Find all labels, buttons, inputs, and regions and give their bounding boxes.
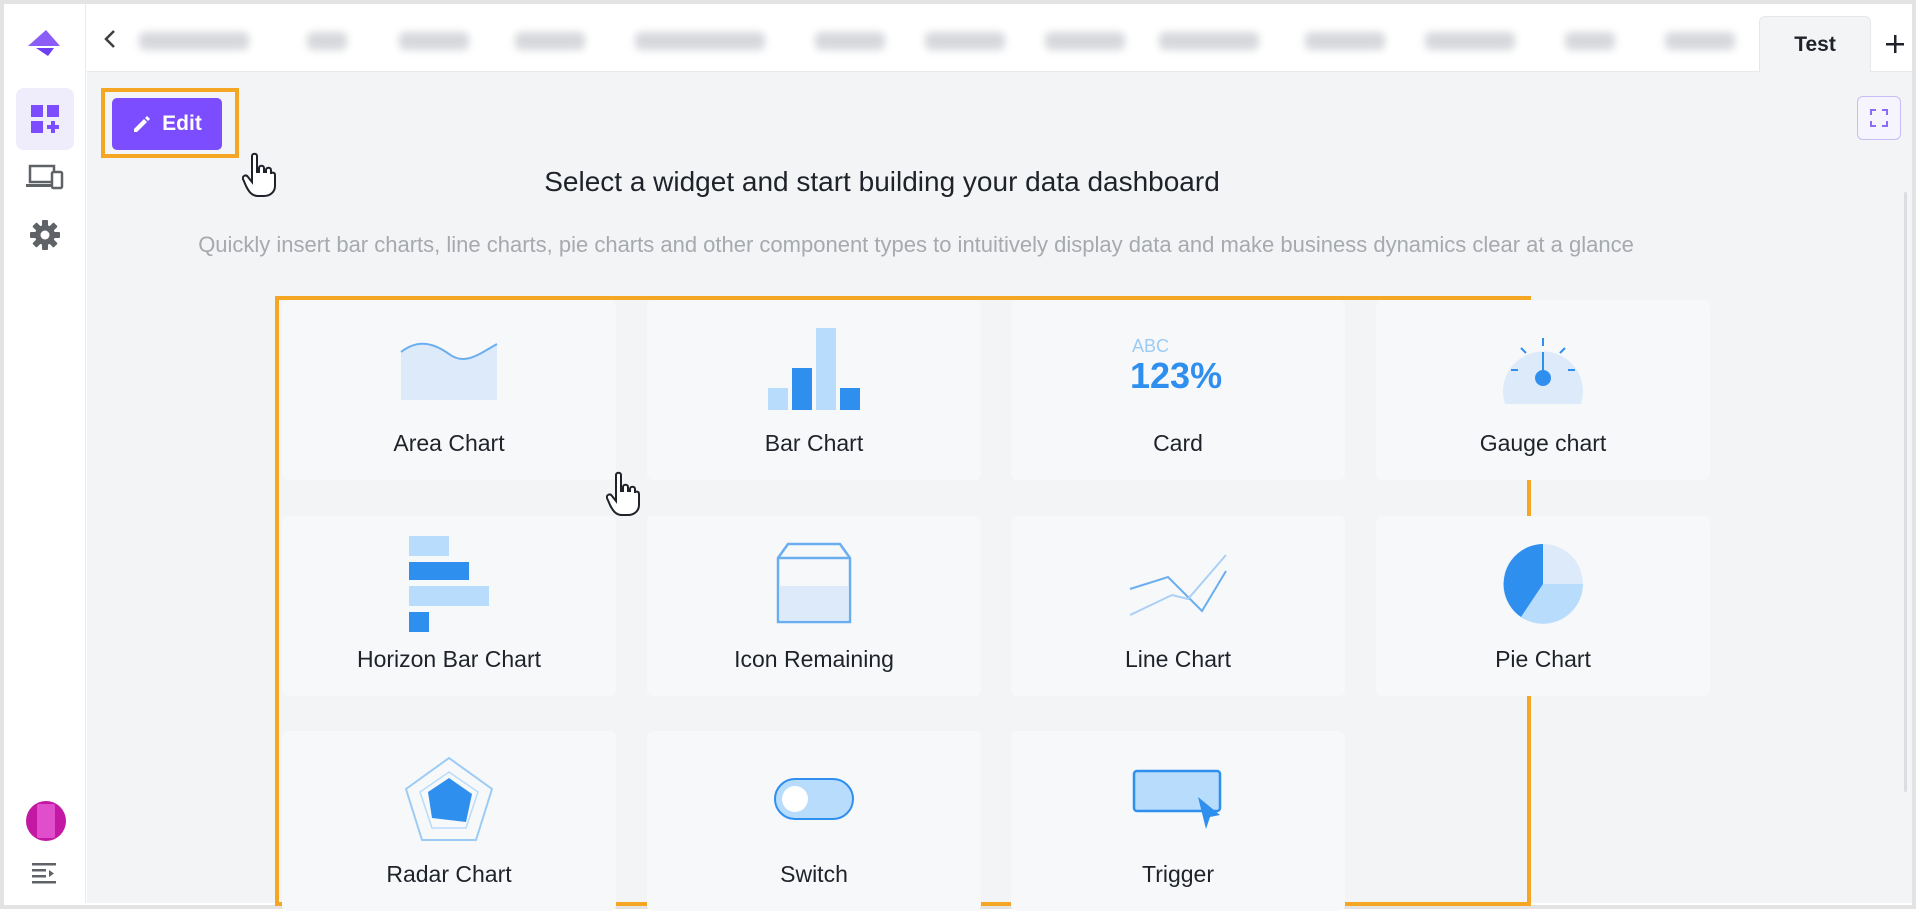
widget-label: Horizon Bar Chart (356, 646, 542, 672)
hand-cursor-icon (241, 152, 276, 203)
widget-card[interactable]: ABC 123% Card (1011, 300, 1345, 480)
bar-chart-icon (647, 318, 981, 418)
widget-radar-chart[interactable]: Radar Chart (282, 731, 616, 911)
widget-label: Card (1153, 430, 1203, 456)
tab-redacted[interactable] (399, 32, 469, 50)
sidebar-settings-button[interactable] (16, 204, 74, 266)
app-logo-icon[interactable] (24, 26, 64, 58)
dashboard-add-icon (31, 105, 59, 133)
hand-cursor-icon (605, 471, 640, 522)
trigger-icon (1011, 749, 1345, 849)
toggle-switch-icon (647, 749, 981, 849)
widget-switch[interactable]: Switch (647, 731, 981, 911)
chevron-left-icon[interactable] (99, 28, 121, 50)
widget-label: Radar Chart (386, 861, 512, 887)
dashboard-canvas: Edit Select a widget and start building … (87, 72, 1912, 911)
box-remaining-icon (647, 534, 981, 634)
radar-chart-icon (282, 749, 616, 849)
avatar[interactable] (26, 801, 66, 841)
widget-horizon-bar-chart[interactable]: Horizon Bar Chart (282, 516, 616, 696)
devices-icon (26, 164, 64, 190)
area-chart-icon (282, 318, 616, 418)
tab-redacted[interactable] (139, 32, 249, 50)
tab-redacted[interactable] (925, 32, 1005, 50)
widget-label: Bar Chart (764, 430, 864, 456)
pencil-icon (134, 116, 151, 132)
card-icon-text-main: 123% (1130, 355, 1222, 396)
pie-chart-icon (1376, 534, 1710, 634)
page-description: Quickly insert bar charts, line charts, … (198, 232, 1634, 257)
tab-redacted[interactable] (815, 32, 885, 50)
gauge-icon (1376, 318, 1710, 418)
widget-trigger[interactable]: Trigger (1011, 731, 1345, 911)
widget-area-chart[interactable]: Area Chart (282, 300, 616, 480)
collapse-menu-icon[interactable] (32, 862, 58, 891)
fullscreen-button[interactable] (1857, 96, 1901, 140)
widget-label: Pie Chart (1495, 646, 1591, 672)
tab-redacted[interactable] (1045, 32, 1125, 50)
tab-redacted[interactable] (1159, 32, 1259, 50)
tab-redacted[interactable] (635, 32, 765, 50)
page-title: Select a widget and start building your … (544, 166, 1220, 197)
widget-pie-chart[interactable]: Pie Chart (1376, 516, 1710, 696)
widget-label: Icon Remaining (734, 646, 894, 672)
tab-redacted[interactable] (307, 32, 347, 50)
widget-gauge-chart[interactable]: Gauge chart (1376, 300, 1710, 480)
widget-label: Gauge chart (1479, 430, 1607, 456)
widget-label: Trigger (1142, 861, 1214, 887)
sidebar-devices-button[interactable] (16, 146, 74, 208)
fullscreen-icon (1870, 109, 1888, 127)
tab-redacted[interactable] (1565, 32, 1615, 50)
gear-icon (30, 220, 60, 250)
left-sidebar (4, 4, 86, 903)
line-chart-icon (1011, 534, 1345, 634)
widget-label: Line Chart (1124, 646, 1232, 672)
card-icon: ABC 123% (1011, 318, 1345, 418)
tab-redacted[interactable] (1425, 32, 1515, 50)
scrollbar[interactable] (1904, 192, 1907, 792)
avatar-image (37, 804, 55, 838)
card-icon-text-top: ABC (1132, 336, 1169, 356)
widget-bar-chart[interactable]: Bar Chart (647, 300, 981, 480)
tab-bar: Test (87, 4, 1912, 73)
edit-button-label: Edit (162, 112, 202, 135)
edit-button[interactable]: Edit (112, 98, 222, 150)
tab-redacted[interactable] (515, 32, 585, 50)
widget-icon-remaining[interactable]: Icon Remaining (647, 516, 981, 696)
widget-line-chart[interactable]: Line Chart (1011, 516, 1345, 696)
horizontal-bar-icon (282, 534, 616, 634)
widget-label: Switch (780, 861, 848, 887)
add-tab-icon[interactable] (1883, 32, 1907, 56)
tab-redacted[interactable] (1305, 32, 1385, 50)
widget-label: Area Chart (393, 430, 505, 456)
tab-test[interactable]: Test (1759, 16, 1871, 73)
sidebar-dashboard-button[interactable] (16, 88, 74, 150)
tab-redacted[interactable] (1665, 32, 1735, 50)
